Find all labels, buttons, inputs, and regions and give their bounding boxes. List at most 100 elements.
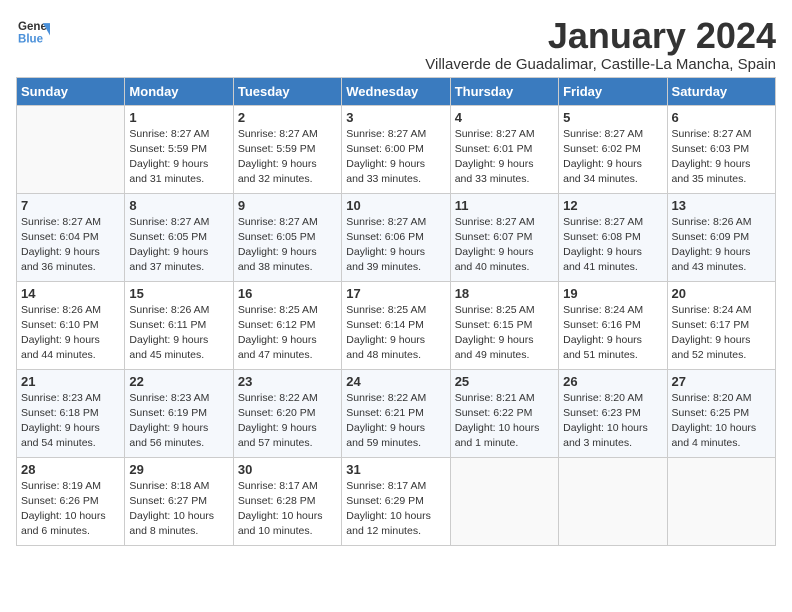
calendar-cell: 12 Sunrise: 8:27 AM Sunset: 6:08 PM Dayli…	[559, 193, 667, 281]
calendar-cell: 7 Sunrise: 8:27 AM Sunset: 6:04 PM Daylig…	[17, 193, 125, 281]
day-number: 18	[455, 286, 554, 301]
logo: General Blue	[16, 16, 50, 53]
calendar-week-row: 7 Sunrise: 8:27 AM Sunset: 6:04 PM Daylig…	[17, 193, 776, 281]
day-number: 16	[238, 286, 337, 301]
calendar-cell: 3 Sunrise: 8:27 AM Sunset: 6:00 PM Daylig…	[342, 105, 450, 193]
calendar-cell: 20 Sunrise: 8:24 AM Sunset: 6:17 PM Dayli…	[667, 281, 775, 369]
weekday-header: Monday	[125, 77, 233, 105]
day-number: 5	[563, 110, 662, 125]
day-info: Sunrise: 8:27 AM Sunset: 6:02 PM Dayligh…	[563, 127, 662, 188]
calendar-cell: 25Sunrise: 8:21 AM Sunset: 6:22 PM Dayli…	[450, 369, 558, 457]
day-info: Sunrise: 8:26 AM Sunset: 6:11 PM Dayligh…	[129, 303, 228, 364]
day-number: 2	[238, 110, 337, 125]
page-header: General Blue January 2024 Villaverde de …	[16, 16, 776, 73]
calendar-cell: 1 Sunrise: 8:27 AM Sunset: 5:59 PM Daylig…	[125, 105, 233, 193]
calendar-cell: 27 Sunrise: 8:20 AM Sunset: 6:25 PM Dayli…	[667, 369, 775, 457]
day-info: Sunrise: 8:27 AM Sunset: 6:04 PM Dayligh…	[21, 215, 120, 276]
day-number: 4	[455, 110, 554, 125]
day-number: 25	[455, 374, 554, 389]
day-info: Sunrise: 8:27 AM Sunset: 5:59 PM Dayligh…	[129, 127, 228, 188]
calendar-cell	[559, 457, 667, 545]
day-number: 30	[238, 462, 337, 477]
day-info: Sunrise: 8:27 AM Sunset: 6:05 PM Dayligh…	[238, 215, 337, 276]
calendar-cell: 30 Sunrise: 8:17 AM Sunset: 6:28 PM Dayli…	[233, 457, 341, 545]
day-info: Sunrise: 8:27 AM Sunset: 6:03 PM Dayligh…	[672, 127, 771, 188]
day-number: 8	[129, 198, 228, 213]
calendar-cell: 23Sunrise: 8:22 AM Sunset: 6:20 PM Dayli…	[233, 369, 341, 457]
weekday-header: Friday	[559, 77, 667, 105]
title-block: January 2024 Villaverde de Guadalimar, C…	[425, 16, 776, 73]
calendar-cell	[17, 105, 125, 193]
calendar-cell: 9 Sunrise: 8:27 AM Sunset: 6:05 PM Daylig…	[233, 193, 341, 281]
svg-text:General: General	[18, 21, 50, 33]
weekday-header: Saturday	[667, 77, 775, 105]
calendar-week-row: 1 Sunrise: 8:27 AM Sunset: 5:59 PM Daylig…	[17, 105, 776, 193]
day-number: 27	[672, 374, 771, 389]
day-number: 9	[238, 198, 337, 213]
day-info: Sunrise: 8:26 AM Sunset: 6:09 PM Dayligh…	[672, 215, 771, 276]
day-info: Sunrise: 8:23 AM Sunset: 6:18 PM Dayligh…	[21, 391, 120, 452]
day-number: 21	[21, 374, 120, 389]
day-info: Sunrise: 8:27 AM Sunset: 6:01 PM Dayligh…	[455, 127, 554, 188]
calendar-cell: 31Sunrise: 8:17 AM Sunset: 6:29 PM Dayli…	[342, 457, 450, 545]
day-info: Sunrise: 8:20 AM Sunset: 6:25 PM Dayligh…	[672, 391, 771, 452]
calendar-body: 1 Sunrise: 8:27 AM Sunset: 5:59 PM Daylig…	[17, 105, 776, 545]
calendar-cell	[667, 457, 775, 545]
calendar-cell: 28 Sunrise: 8:19 AM Sunset: 6:26 PM Dayli…	[17, 457, 125, 545]
calendar-cell: 19Sunrise: 8:24 AM Sunset: 6:16 PM Dayli…	[559, 281, 667, 369]
weekday-header: Thursday	[450, 77, 558, 105]
day-info: Sunrise: 8:19 AM Sunset: 6:26 PM Dayligh…	[21, 479, 120, 540]
day-info: Sunrise: 8:27 AM Sunset: 6:00 PM Dayligh…	[346, 127, 445, 188]
day-number: 20	[672, 286, 771, 301]
calendar-cell: 26Sunrise: 8:20 AM Sunset: 6:23 PM Dayli…	[559, 369, 667, 457]
calendar-cell: 14Sunrise: 8:26 AM Sunset: 6:10 PM Dayli…	[17, 281, 125, 369]
calendar-week-row: 14Sunrise: 8:26 AM Sunset: 6:10 PM Dayli…	[17, 281, 776, 369]
calendar-cell	[450, 457, 558, 545]
day-number: 22	[129, 374, 228, 389]
weekday-header: Sunday	[17, 77, 125, 105]
day-number: 1	[129, 110, 228, 125]
day-info: Sunrise: 8:23 AM Sunset: 6:19 PM Dayligh…	[129, 391, 228, 452]
day-number: 10	[346, 198, 445, 213]
day-number: 15	[129, 286, 228, 301]
day-number: 6	[672, 110, 771, 125]
day-number: 3	[346, 110, 445, 125]
calendar-cell: 11Sunrise: 8:27 AM Sunset: 6:07 PM Dayli…	[450, 193, 558, 281]
day-number: 17	[346, 286, 445, 301]
calendar-cell: 10 Sunrise: 8:27 AM Sunset: 6:06 PM Dayli…	[342, 193, 450, 281]
day-number: 31	[346, 462, 445, 477]
day-number: 7	[21, 198, 120, 213]
calendar-cell: 21 Sunrise: 8:23 AM Sunset: 6:18 PM Dayli…	[17, 369, 125, 457]
day-info: Sunrise: 8:22 AM Sunset: 6:20 PM Dayligh…	[238, 391, 337, 452]
day-info: Sunrise: 8:25 AM Sunset: 6:15 PM Dayligh…	[455, 303, 554, 364]
calendar-week-row: 28 Sunrise: 8:19 AM Sunset: 6:26 PM Dayli…	[17, 457, 776, 545]
day-info: Sunrise: 8:25 AM Sunset: 6:14 PM Dayligh…	[346, 303, 445, 364]
day-info: Sunrise: 8:27 AM Sunset: 6:08 PM Dayligh…	[563, 215, 662, 276]
day-info: Sunrise: 8:27 AM Sunset: 5:59 PM Dayligh…	[238, 127, 337, 188]
calendar-cell: 5 Sunrise: 8:27 AM Sunset: 6:02 PM Daylig…	[559, 105, 667, 193]
calendar-cell: 29 Sunrise: 8:18 AM Sunset: 6:27 PM Dayli…	[125, 457, 233, 545]
day-info: Sunrise: 8:17 AM Sunset: 6:28 PM Dayligh…	[238, 479, 337, 540]
day-info: Sunrise: 8:27 AM Sunset: 6:07 PM Dayligh…	[455, 215, 554, 276]
day-info: Sunrise: 8:27 AM Sunset: 6:05 PM Dayligh…	[129, 215, 228, 276]
logo-icon: General Blue	[18, 16, 50, 48]
calendar-cell: 13 Sunrise: 8:26 AM Sunset: 6:09 PM Dayli…	[667, 193, 775, 281]
day-info: Sunrise: 8:24 AM Sunset: 6:16 PM Dayligh…	[563, 303, 662, 364]
calendar-cell: 24Sunrise: 8:22 AM Sunset: 6:21 PM Dayli…	[342, 369, 450, 457]
calendar-cell: 17 Sunrise: 8:25 AM Sunset: 6:14 PM Dayli…	[342, 281, 450, 369]
calendar-header-row: SundayMondayTuesdayWednesdayThursdayFrid…	[17, 77, 776, 105]
calendar-cell: 22 Sunrise: 8:23 AM Sunset: 6:19 PM Dayli…	[125, 369, 233, 457]
day-number: 24	[346, 374, 445, 389]
calendar-subtitle: Villaverde de Guadalimar, Castille-La Ma…	[425, 56, 776, 73]
day-info: Sunrise: 8:26 AM Sunset: 6:10 PM Dayligh…	[21, 303, 120, 364]
weekday-header: Tuesday	[233, 77, 341, 105]
day-number: 28	[21, 462, 120, 477]
day-info: Sunrise: 8:18 AM Sunset: 6:27 PM Dayligh…	[129, 479, 228, 540]
day-number: 13	[672, 198, 771, 213]
day-number: 12	[563, 198, 662, 213]
day-number: 29	[129, 462, 228, 477]
day-info: Sunrise: 8:27 AM Sunset: 6:06 PM Dayligh…	[346, 215, 445, 276]
day-info: Sunrise: 8:24 AM Sunset: 6:17 PM Dayligh…	[672, 303, 771, 364]
calendar-table: SundayMondayTuesdayWednesdayThursdayFrid…	[16, 77, 776, 546]
calendar-cell: 18 Sunrise: 8:25 AM Sunset: 6:15 PM Dayli…	[450, 281, 558, 369]
